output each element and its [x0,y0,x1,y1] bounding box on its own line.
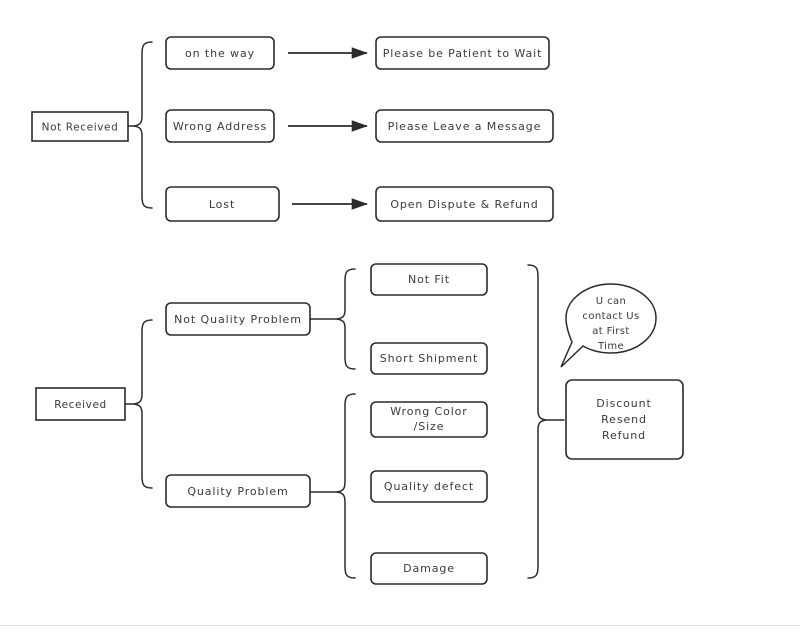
node-wrong-address-label: Wrong Address [173,120,267,133]
brace-not-received [127,41,153,209]
node-resolution[interactable]: Discount Resend Refund [565,379,684,460]
brace-issues-to-resolution [527,264,565,579]
node-short-shipment-label: Short Shipment [380,352,478,365]
node-please-be-patient[interactable]: Please be Patient to Wait [375,36,550,70]
node-resolution-line-refund: Refund [602,429,646,442]
node-not-fit-label: Not Fit [408,273,450,286]
node-wrong-color-size-label-line1: Wrong Color [390,405,467,418]
callout-line-4: Time [597,341,624,352]
brace-not-quality-problem [309,268,356,370]
node-wrong-address[interactable]: Wrong Address [165,109,275,143]
node-not-quality-problem-label: Not Quality Problem [174,313,302,326]
node-short-shipment[interactable]: Short Shipment [370,342,488,375]
node-not-received-label: Not Received [42,122,119,134]
callout-line-2: contact Us [582,311,639,322]
node-wrong-color-size-label-line2: /Size [414,420,445,433]
node-quality-defect[interactable]: Quality defect [370,470,488,503]
flowchart-canvas: Not Received on the way Wrong Address Lo… [0,0,800,638]
node-not-received[interactable]: Not Received [31,111,129,142]
node-lost-label: Lost [209,198,235,211]
node-quality-problem[interactable]: Quality Problem [165,474,311,508]
flowchart-svg: Not Received on the way Wrong Address Lo… [0,36,800,626]
node-please-be-patient-label: Please be Patient to Wait [383,47,543,60]
node-quality-problem-label: Quality Problem [187,485,288,498]
brace-quality-problem [309,393,356,579]
node-quality-defect-label: Quality defect [384,480,474,493]
node-received-label: Received [54,399,107,411]
node-lost[interactable]: Lost [165,186,280,222]
node-resolution-line-resend: Resend [601,413,647,426]
node-not-fit[interactable]: Not Fit [370,263,488,296]
node-please-leave-message-label: Please Leave a Message [388,120,542,133]
node-wrong-color-size[interactable]: Wrong Color /Size [370,401,488,438]
node-resolution-line-discount: Discount [596,397,652,410]
node-open-dispute-refund[interactable]: Open Dispute & Refund [375,186,554,222]
node-damage-label: Damage [403,562,455,575]
node-on-the-way[interactable]: on the way [165,36,275,70]
node-not-quality-problem[interactable]: Not Quality Problem [165,302,311,336]
brace-received [124,319,153,489]
callout-line-1: U can [596,296,626,307]
callout-line-3: at First [592,326,629,337]
callout-contact-us[interactable]: U can contact Us at First Time [560,283,657,368]
node-damage[interactable]: Damage [370,552,488,585]
node-open-dispute-refund-label: Open Dispute & Refund [390,198,538,211]
node-received[interactable]: Received [35,387,126,421]
node-on-the-way-label: on the way [185,47,255,60]
node-please-leave-message[interactable]: Please Leave a Message [375,109,554,143]
